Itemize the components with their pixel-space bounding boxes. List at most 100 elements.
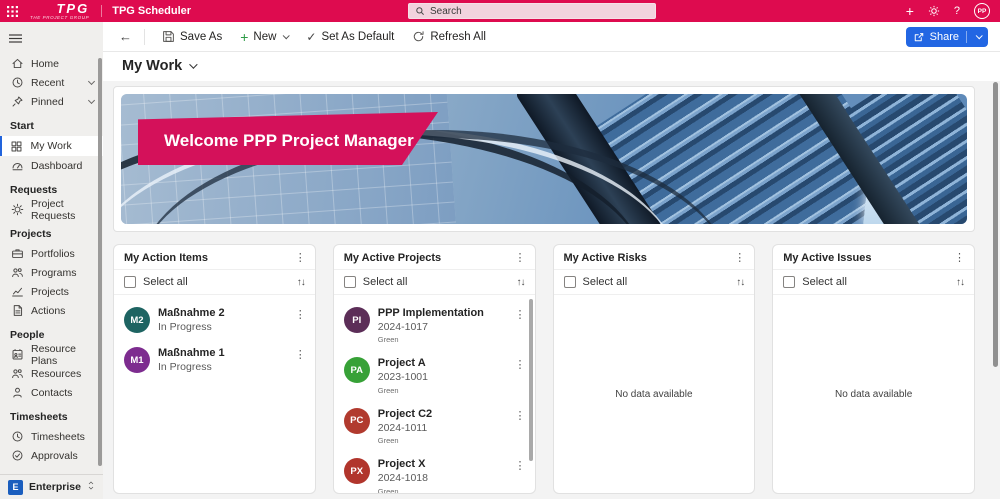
environment-label: Enterprise [29, 481, 81, 493]
share-button[interactable]: Share [906, 27, 988, 47]
back-button[interactable]: ← [115, 29, 136, 44]
hamburger-menu-icon[interactable] [0, 26, 103, 54]
item-menu-icon[interactable]: ⋮ [515, 459, 526, 472]
welcome-ribbon: Welcome PPP Project Manager [138, 112, 438, 165]
sidebar-section-start: Start [0, 111, 103, 136]
list-item[interactable]: PC Project C2 2024-1011 Green ⋮ [334, 401, 535, 451]
select-all-checkbox[interactable] [124, 276, 136, 288]
sidebar-item-dashboard[interactable]: Dashboard [0, 156, 103, 175]
search-input[interactable]: Search [408, 3, 656, 19]
empty-state-message: No data available [835, 389, 912, 400]
chevron-down-icon[interactable] [976, 32, 983, 39]
card-title: My Active Issues [783, 252, 871, 264]
sort-icon[interactable]: ↑↓ [736, 277, 744, 288]
item-number: 2024-1018 [378, 472, 428, 486]
environment-icon: E [8, 480, 23, 495]
sidebar-item-portfolios[interactable]: Portfolios [0, 244, 103, 263]
card-menu-icon[interactable]: ⋮ [954, 253, 965, 264]
waffle-menu-icon[interactable] [0, 6, 24, 17]
sidebar-item-label: Projects [31, 286, 69, 298]
help-icon[interactable]: ? [954, 5, 960, 17]
select-all-row: Select all ↑↓ [114, 270, 315, 295]
sidebar-item-projects[interactable]: Projects [0, 282, 103, 301]
list-item[interactable]: M1 Maßnahme 1 In Progress ⋮ [114, 340, 315, 380]
sidebar-item-label: Recent [31, 77, 64, 89]
item-name: Project C2 [378, 408, 432, 422]
item-number: 2024-1011 [378, 422, 432, 436]
card-my-active-issues: My Active Issues ⋮ Select all ↑↓ No data… [772, 244, 975, 494]
card-menu-icon[interactable]: ⋮ [295, 253, 306, 264]
grid-icon [10, 139, 24, 153]
sidebar-section-projects: Projects [0, 219, 103, 244]
chevron-down-icon [88, 97, 95, 104]
card-menu-icon[interactable]: ⋮ [515, 253, 526, 264]
list-item[interactable]: PA Project A 2023-1001 Green ⋮ [334, 350, 535, 400]
top-app-bar: TPG THE PROJECT GROUP TPG Scheduler Sear… [0, 0, 1000, 22]
item-number: 2024-1017 [378, 321, 484, 335]
select-all-checkbox[interactable] [344, 276, 356, 288]
sidebar-item-approvals[interactable]: Approvals [0, 446, 103, 465]
environment-switcher[interactable]: E Enterprise [0, 474, 103, 499]
item-menu-icon[interactable]: ⋮ [515, 308, 526, 321]
card-header: My Active Risks ⋮ [554, 245, 755, 270]
sort-icon[interactable]: ↑↓ [517, 277, 525, 288]
select-all-checkbox[interactable] [564, 276, 576, 288]
sidebar-item-my-work[interactable]: My Work [0, 136, 103, 156]
refresh-all-button[interactable]: Refresh All [403, 26, 495, 47]
save-as-button[interactable]: Save As [153, 26, 231, 47]
app-name[interactable]: TPG Scheduler [112, 5, 191, 17]
sidebar-item-recent[interactable]: Recent [0, 73, 103, 92]
topbar-divider [101, 5, 102, 17]
item-name: Maßnahme 2 [158, 307, 225, 321]
select-all-label: Select all [583, 276, 628, 288]
sidebar-item-label: My Work [31, 140, 72, 152]
clock-icon [10, 76, 24, 90]
sidebar-item-contacts[interactable]: Contacts [0, 383, 103, 402]
avatar: PI [344, 307, 370, 333]
save-icon [162, 30, 175, 43]
sidebar-item-home[interactable]: Home [0, 54, 103, 73]
new-button[interactable]: + New [231, 26, 297, 48]
list-item[interactable]: M2 Maßnahme 2 In Progress ⋮ [114, 300, 315, 340]
sidebar: Home Recent Pinned Start My Work Dashboa… [0, 22, 103, 499]
card-title: My Active Projects [344, 252, 441, 264]
avatar: PC [344, 408, 370, 434]
dashboard-cards: My Action Items ⋮ Select all ↑↓ M2 Maßna… [113, 244, 975, 494]
sort-icon[interactable]: ↑↓ [297, 277, 305, 288]
item-menu-icon[interactable]: ⋮ [295, 308, 306, 321]
page-title-row[interactable]: My Work [103, 52, 1000, 81]
select-all-checkbox[interactable] [783, 276, 795, 288]
card-header: My Active Projects ⋮ [334, 245, 535, 270]
card-menu-icon[interactable]: ⋮ [734, 253, 745, 264]
list-item[interactable]: PX Project X 2024-1018 Green ⋮ [334, 451, 535, 493]
settings-gear-icon[interactable] [928, 5, 940, 17]
sidebar-section-requests: Requests [0, 175, 103, 200]
user-avatar[interactable]: PP [974, 3, 990, 19]
sidebar-item-timesheets[interactable]: Timesheets [0, 427, 103, 446]
sidebar-item-label: Approvals [31, 450, 78, 462]
create-icon[interactable]: + [906, 4, 914, 18]
sidebar-item-pinned[interactable]: Pinned [0, 92, 103, 111]
sidebar-item-label: Portfolios [31, 248, 75, 260]
sidebar-item-label: Contacts [31, 387, 72, 399]
calendar-person-icon [10, 348, 24, 362]
sidebar-item-resource-plans[interactable]: Resource Plans [0, 345, 103, 364]
sidebar-item-actions[interactable]: Actions [0, 301, 103, 320]
item-menu-icon[interactable]: ⋮ [515, 409, 526, 422]
item-name: Project X [378, 458, 428, 472]
briefcase-icon [10, 247, 24, 261]
chevron-down-icon [88, 78, 95, 85]
main-scrollbar[interactable] [993, 82, 998, 367]
list-item[interactable]: PI PPP Implementation 2024-1017 Green ⋮ [334, 300, 535, 350]
sidebar-scrollbar[interactable] [98, 58, 102, 466]
sidebar-item-project-requests[interactable]: Project Requests [0, 200, 103, 219]
sidebar-item-resources[interactable]: Resources [0, 364, 103, 383]
item-menu-icon[interactable]: ⋮ [295, 348, 306, 361]
sidebar-item-programs[interactable]: Programs [0, 263, 103, 282]
sort-icon[interactable]: ↑↓ [956, 277, 964, 288]
set-as-default-button[interactable]: ✓ Set As Default [297, 26, 403, 48]
card-my-active-projects: My Active Projects ⋮ Select all ↑↓ PI PP… [333, 244, 536, 494]
item-menu-icon[interactable]: ⋮ [515, 358, 526, 371]
card-scrollbar[interactable] [529, 299, 533, 461]
topbar-actions: + ? PP [906, 3, 1000, 19]
